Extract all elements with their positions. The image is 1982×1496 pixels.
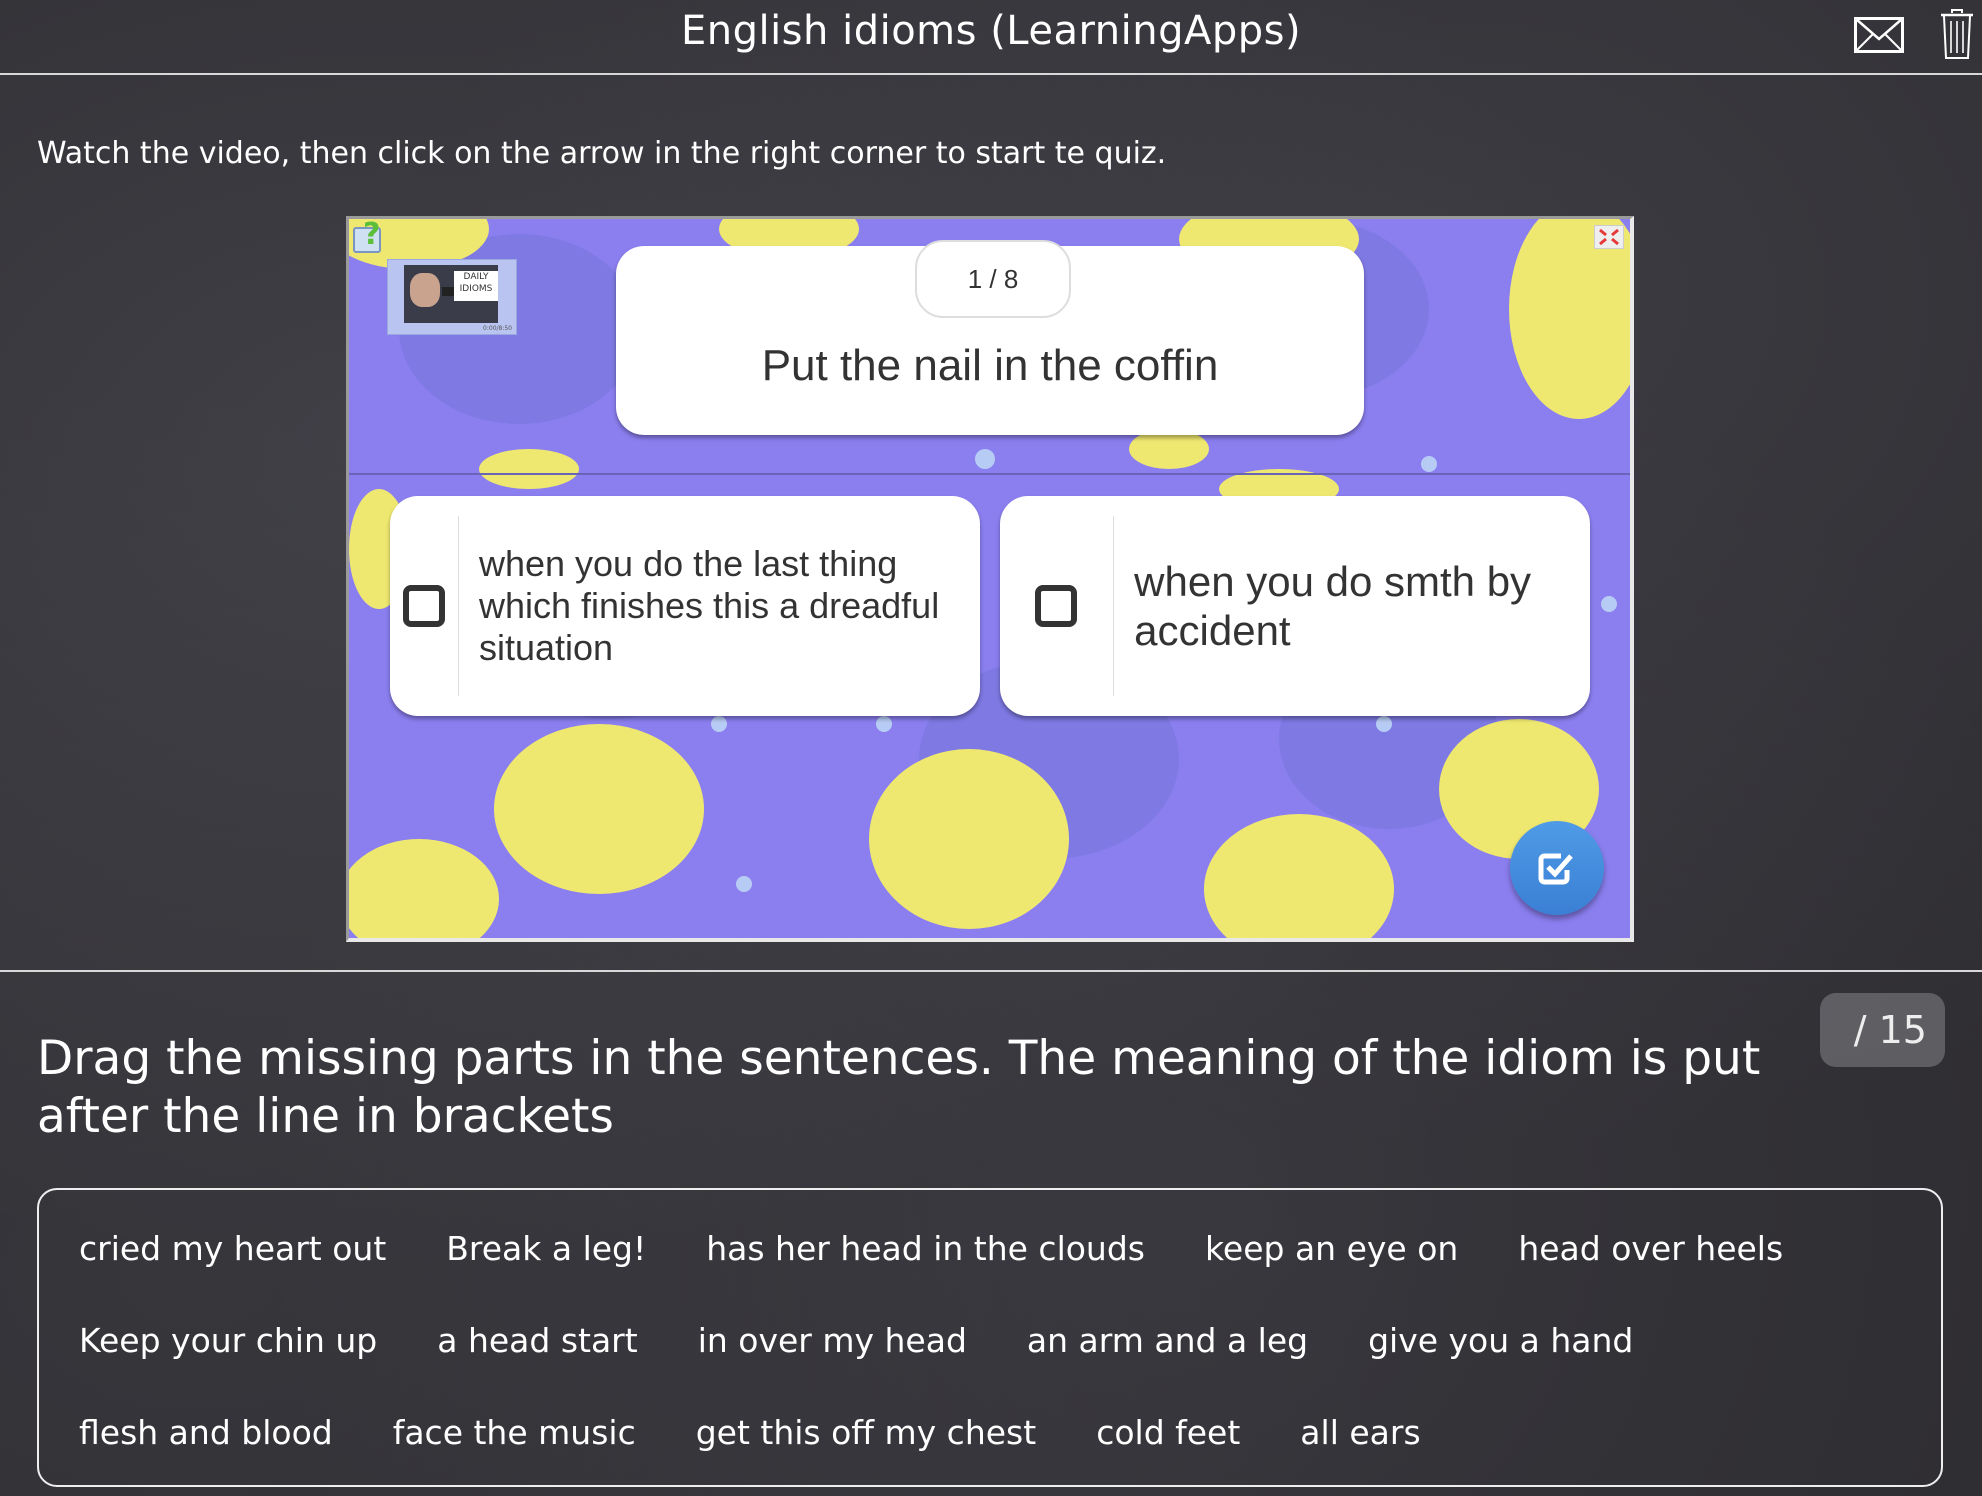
video-title-line2: IDIOMS [459, 284, 493, 294]
draggable-word[interactable]: cried my heart out [79, 1220, 386, 1312]
draggable-word[interactable]: head over heels [1518, 1220, 1783, 1312]
instruction-text: Watch the video, then click on the arrow… [37, 136, 1167, 171]
draggable-word[interactable]: has her head in the clouds [706, 1220, 1145, 1312]
question-text: Put the nail in the coffin [761, 341, 1219, 390]
draggable-word[interactable]: keep an eye on [1205, 1220, 1458, 1312]
draggable-word[interactable]: a head start [437, 1312, 637, 1404]
word-bank: cried my heart out Break a leg! has her … [37, 1188, 1943, 1487]
answer-option-2[interactable]: when you do smth by accident [1000, 496, 1590, 716]
score-badge: / 15 [1820, 993, 1945, 1067]
draggable-word[interactable]: Break a leg! [446, 1220, 646, 1312]
draggable-word[interactable]: Keep your chin up [79, 1312, 377, 1404]
header-divider [0, 73, 1982, 75]
check-submit-icon [1538, 853, 1573, 885]
presenter-image [410, 273, 440, 307]
question-counter: 1 / 8 [915, 240, 1071, 318]
draggable-word[interactable]: in over my head [698, 1312, 967, 1404]
draggable-word[interactable]: an arm and a leg [1027, 1312, 1308, 1404]
quiz-app-frame[interactable]: ? DAILY IDIOMS 0:00/8:50 Put the nail in… [346, 216, 1634, 942]
video-title-line1: DAILY [463, 272, 489, 282]
page-title: English idioms (LearningApps) [680, 8, 1302, 54]
task-heading: Drag the missing parts in the sentences.… [37, 1031, 1761, 1144]
section-divider [0, 970, 1982, 972]
play-icon[interactable] [442, 287, 454, 296]
answer-text-2: when you do smth by accident [1134, 557, 1532, 654]
draggable-word[interactable]: give you a hand [1368, 1312, 1633, 1404]
draggable-word[interactable]: cold feet [1096, 1404, 1240, 1496]
video-time: 0:00/8:50 [483, 325, 512, 332]
trash-icon[interactable] [1940, 8, 1974, 60]
video-thumbnail[interactable]: DAILY IDIOMS 0:00/8:50 [387, 259, 517, 335]
help-icon[interactable]: ? [353, 219, 387, 257]
answer-checkbox-1[interactable] [403, 585, 445, 627]
draggable-word[interactable]: get this off my chest [696, 1404, 1036, 1496]
mail-icon[interactable] [1854, 17, 1904, 53]
fullscreen-icon[interactable] [1594, 225, 1624, 249]
answer-option-1[interactable]: when you do the last thing which finishe… [390, 496, 980, 716]
draggable-word[interactable]: flesh and blood [79, 1404, 333, 1496]
answer-text-1: when you do the last thing which finishe… [478, 542, 940, 669]
answer-checkbox-2[interactable] [1035, 585, 1078, 627]
check-answer-button[interactable] [1510, 821, 1604, 915]
draggable-word[interactable]: all ears [1300, 1404, 1420, 1496]
draggable-word[interactable]: face the music [393, 1404, 636, 1496]
